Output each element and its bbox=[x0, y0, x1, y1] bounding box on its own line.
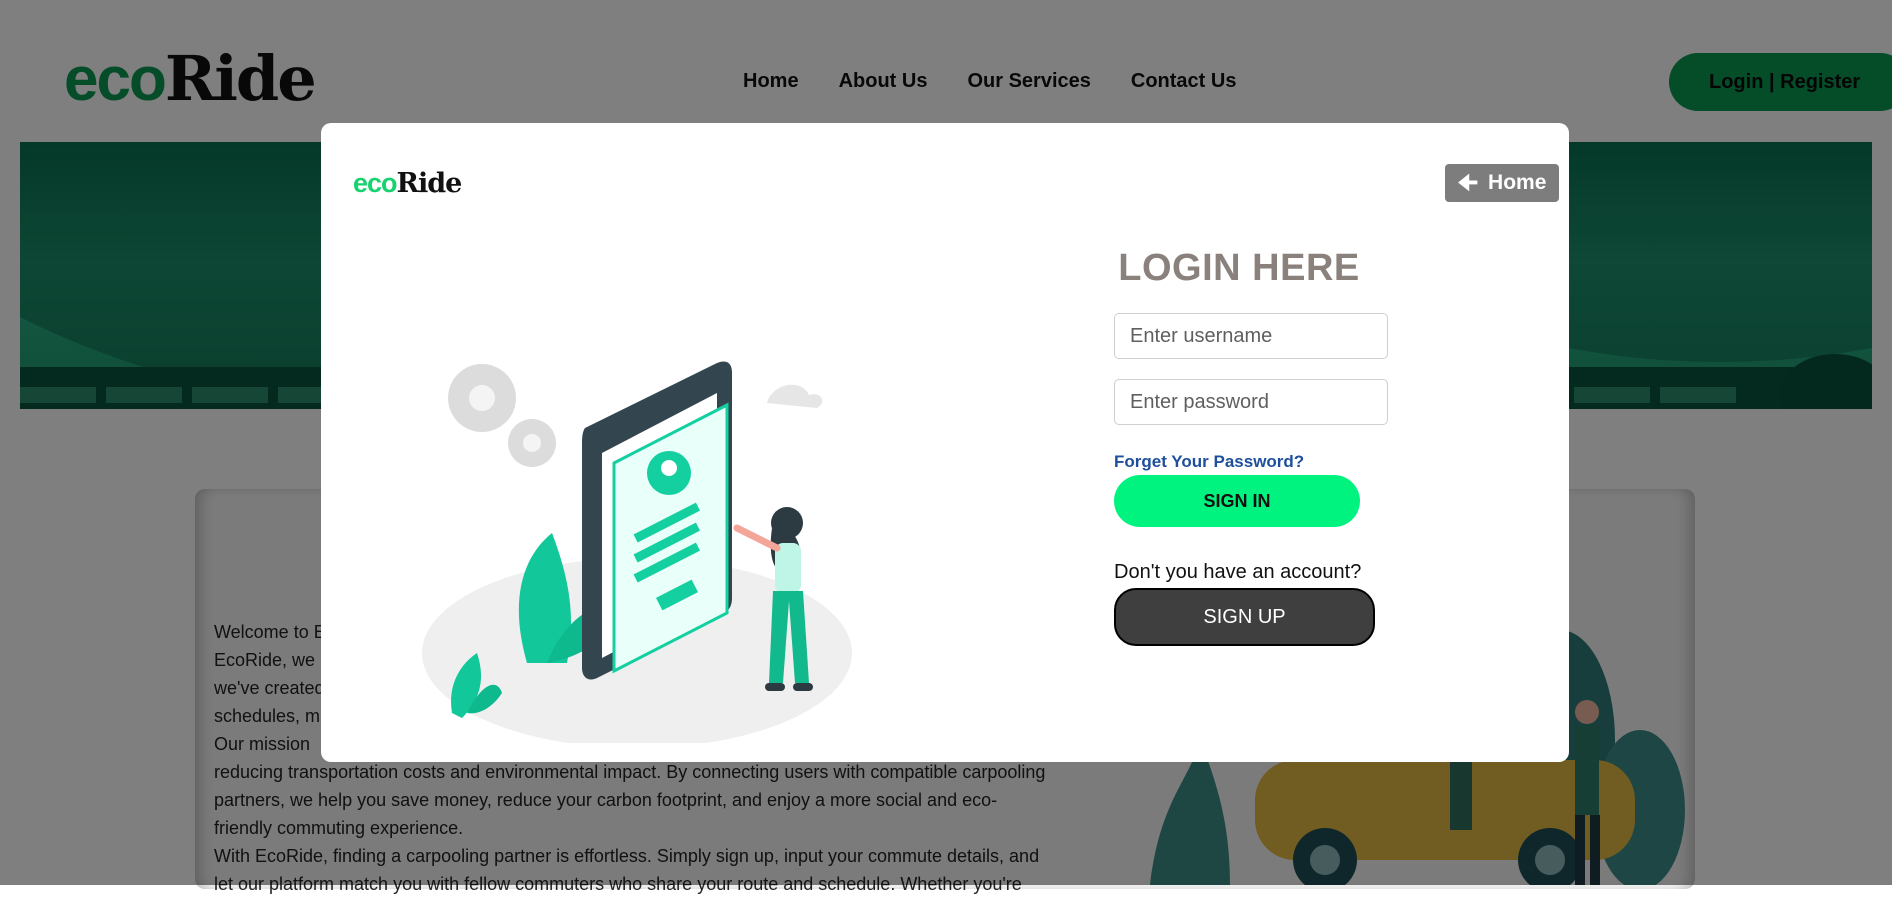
login-title: LOGIN HERE bbox=[1118, 247, 1360, 289]
password-input[interactable] bbox=[1114, 379, 1388, 425]
modal-logo: ecoRide bbox=[353, 168, 463, 199]
phone-login-illustration bbox=[422, 361, 852, 743]
forgot-password-link[interactable]: Forget Your Password? bbox=[1114, 452, 1304, 472]
left-arrow-icon: 🠈 bbox=[1457, 170, 1479, 195]
home-button[interactable]: 🠈 Home bbox=[1445, 164, 1559, 202]
modal-logo-ride: Ride bbox=[396, 168, 463, 199]
home-button-label: Home bbox=[1488, 171, 1547, 194]
login-modal: ecoRide 🠈 Home LOGIN HERE Enter username… bbox=[321, 123, 1569, 762]
no-account-text: Don't you have an account? bbox=[1114, 561, 1362, 583]
username-input[interactable] bbox=[1114, 313, 1388, 359]
modal-logo-eco: eco bbox=[353, 168, 398, 198]
sign-in-button[interactable]: SIGN IN bbox=[1114, 475, 1360, 527]
sign-up-button[interactable]: SIGN UP bbox=[1114, 588, 1375, 646]
